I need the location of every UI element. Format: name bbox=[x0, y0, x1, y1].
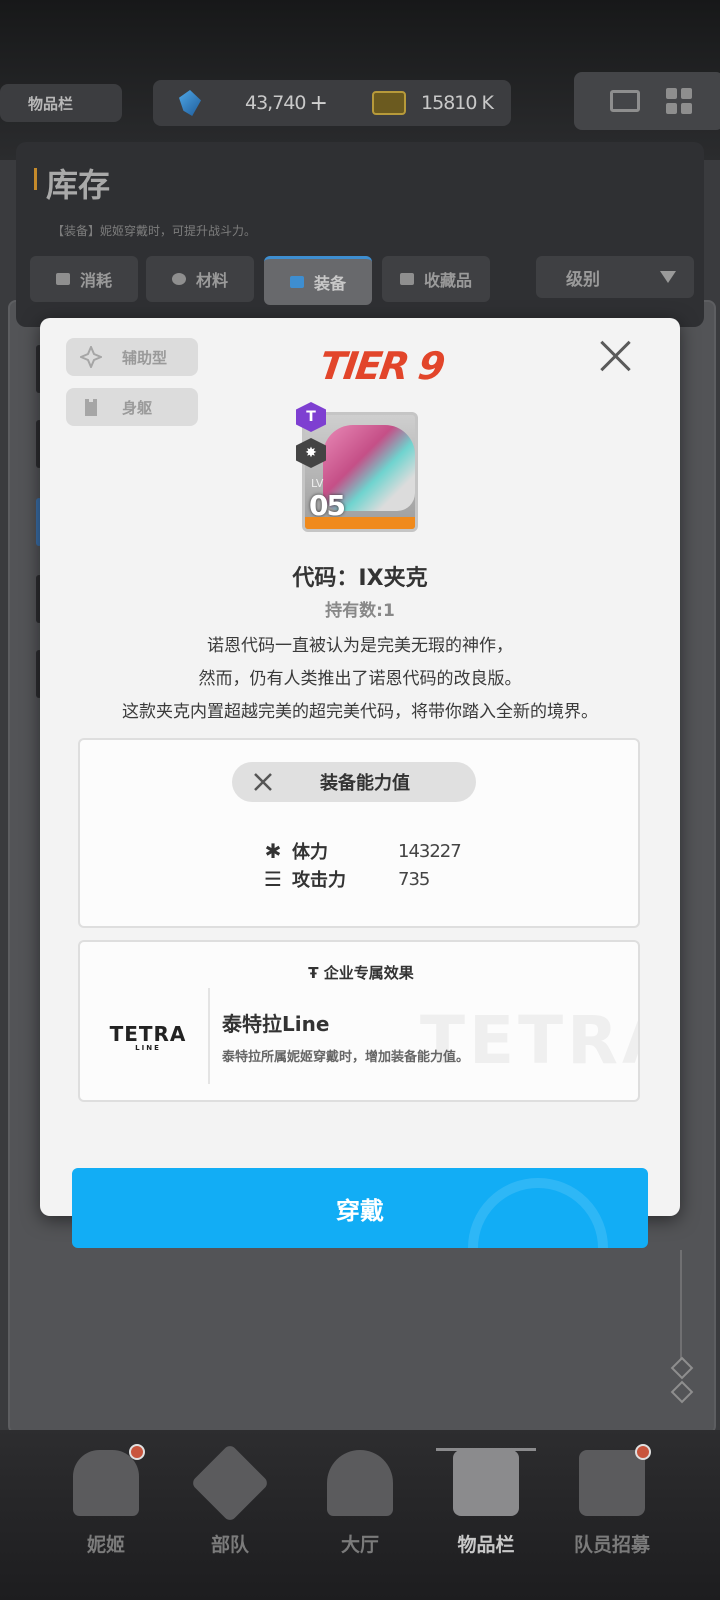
rarity-bar bbox=[305, 517, 415, 529]
top-right-menu bbox=[574, 72, 720, 130]
tier-label: TIER 9 bbox=[316, 344, 447, 388]
chevron-down-icon bbox=[660, 271, 676, 283]
corp-description: 泰特拉所属妮姬穿戴时，增加装备能力值。 bbox=[222, 1050, 470, 1065]
inventory-label: 物品栏 bbox=[28, 94, 74, 113]
body-armor-icon bbox=[85, 399, 97, 416]
scroll-track bbox=[680, 1250, 682, 1360]
close-icon[interactable] bbox=[594, 334, 638, 378]
corp-name: 泰特拉Line bbox=[222, 1012, 330, 1036]
corporation-effect-card: TETRA Ŧ 企业专属效果 TETRA LINE 泰特拉Line 泰特拉所属妮… bbox=[78, 940, 640, 1102]
lobby-icon bbox=[327, 1450, 393, 1516]
nikke-icon bbox=[73, 1444, 145, 1516]
nav-recruit[interactable]: 队员招募 bbox=[552, 1438, 672, 1578]
inventory-subtitle: 【装备】妮姬穿戴时，可提升战斗力。 bbox=[52, 224, 257, 238]
consumable-icon bbox=[55, 273, 70, 285]
owned-count: 持有数:1 bbox=[325, 601, 395, 621]
crossed-swords-icon bbox=[254, 773, 272, 791]
tetra-logo: TETRA LINE bbox=[109, 1022, 187, 1052]
mail-icon[interactable] bbox=[610, 90, 640, 112]
equipment-stats-card: 装备能力值 ✱ 体力 143227 ☰ 攻击力 735 bbox=[78, 738, 640, 928]
stat-row-hp: ✱ 体力 143227 bbox=[262, 838, 462, 864]
tab-material[interactable]: 材料 bbox=[146, 256, 254, 302]
item-thumbnail: LV 05 bbox=[302, 412, 418, 532]
notification-dot bbox=[129, 1444, 145, 1460]
tag-supporter: 辅助型 bbox=[66, 338, 198, 376]
recruit-icon bbox=[579, 1444, 651, 1516]
stat-value: 143227 bbox=[398, 840, 462, 862]
tab-equipment[interactable]: 装备 bbox=[264, 256, 372, 305]
tab-consumable[interactable]: 消耗 bbox=[30, 256, 138, 302]
inventory-icon bbox=[453, 1450, 519, 1516]
corp-header: Ŧ 企业专属效果 bbox=[308, 964, 414, 982]
divider bbox=[208, 988, 210, 1084]
currency-bar: 43,740 + 15810 K bbox=[153, 80, 511, 126]
squad-icon bbox=[190, 1443, 270, 1523]
item-name: 代码：IX夹克 bbox=[292, 566, 428, 591]
notification-dot bbox=[635, 1444, 651, 1460]
tag-body: 身躯 bbox=[66, 388, 198, 426]
item-description: 诺恩代码一直被认为是完美无瑕的神作， 然而，仍有人类推出了诺恩代码的改良版。 这… bbox=[122, 636, 598, 722]
nav-squad[interactable]: 部队 bbox=[170, 1438, 290, 1578]
credit-count: 15810 K bbox=[421, 92, 494, 114]
inventory-title: 库存 bbox=[33, 160, 110, 206]
gem-count: 43,740 bbox=[245, 92, 306, 114]
nav-nikke[interactable]: 妮姬 bbox=[46, 1438, 166, 1578]
collectible-icon bbox=[399, 273, 414, 285]
stat-row-attack: ☰ 攻击力 735 bbox=[262, 866, 430, 892]
supporter-icon bbox=[80, 346, 102, 368]
corp-watermark: TETRA bbox=[420, 1002, 638, 1079]
sort-label: 级别 bbox=[566, 269, 600, 290]
sort-level-dropdown[interactable]: 级别 bbox=[536, 256, 694, 298]
equip-button[interactable]: 穿戴 bbox=[72, 1168, 648, 1248]
add-gem-button[interactable]: + bbox=[309, 91, 327, 116]
inventory-label-pill: 物品栏 bbox=[0, 84, 122, 122]
item-detail-dialog: 辅助型 身躯 TIER 9 LV 05 T ✸ 代码：IX夹克 持有数:1 诺恩… bbox=[40, 318, 680, 1216]
material-icon bbox=[171, 273, 186, 285]
attack-icon: ☰ bbox=[264, 867, 282, 891]
credit-card-icon bbox=[371, 91, 406, 115]
equipment-icon bbox=[289, 276, 304, 288]
stats-header: 装备能力值 bbox=[232, 762, 476, 802]
corp-effect-icon: Ŧ bbox=[308, 964, 324, 982]
hp-icon: ✱ bbox=[264, 839, 282, 863]
button-decoration bbox=[468, 1178, 608, 1248]
nav-lobby[interactable]: 大厅 bbox=[300, 1438, 420, 1578]
gem-icon bbox=[179, 90, 201, 116]
grid-menu-icon[interactable] bbox=[666, 88, 692, 114]
stat-value: 735 bbox=[398, 868, 430, 890]
nav-inventory[interactable]: 物品栏 bbox=[426, 1438, 546, 1578]
inventory-panel: 库存 【装备】妮姬穿戴时，可提升战斗力。 消耗 材料 装备 收藏品 级别 bbox=[16, 142, 704, 327]
tab-collectible[interactable]: 收藏品 bbox=[382, 256, 490, 302]
